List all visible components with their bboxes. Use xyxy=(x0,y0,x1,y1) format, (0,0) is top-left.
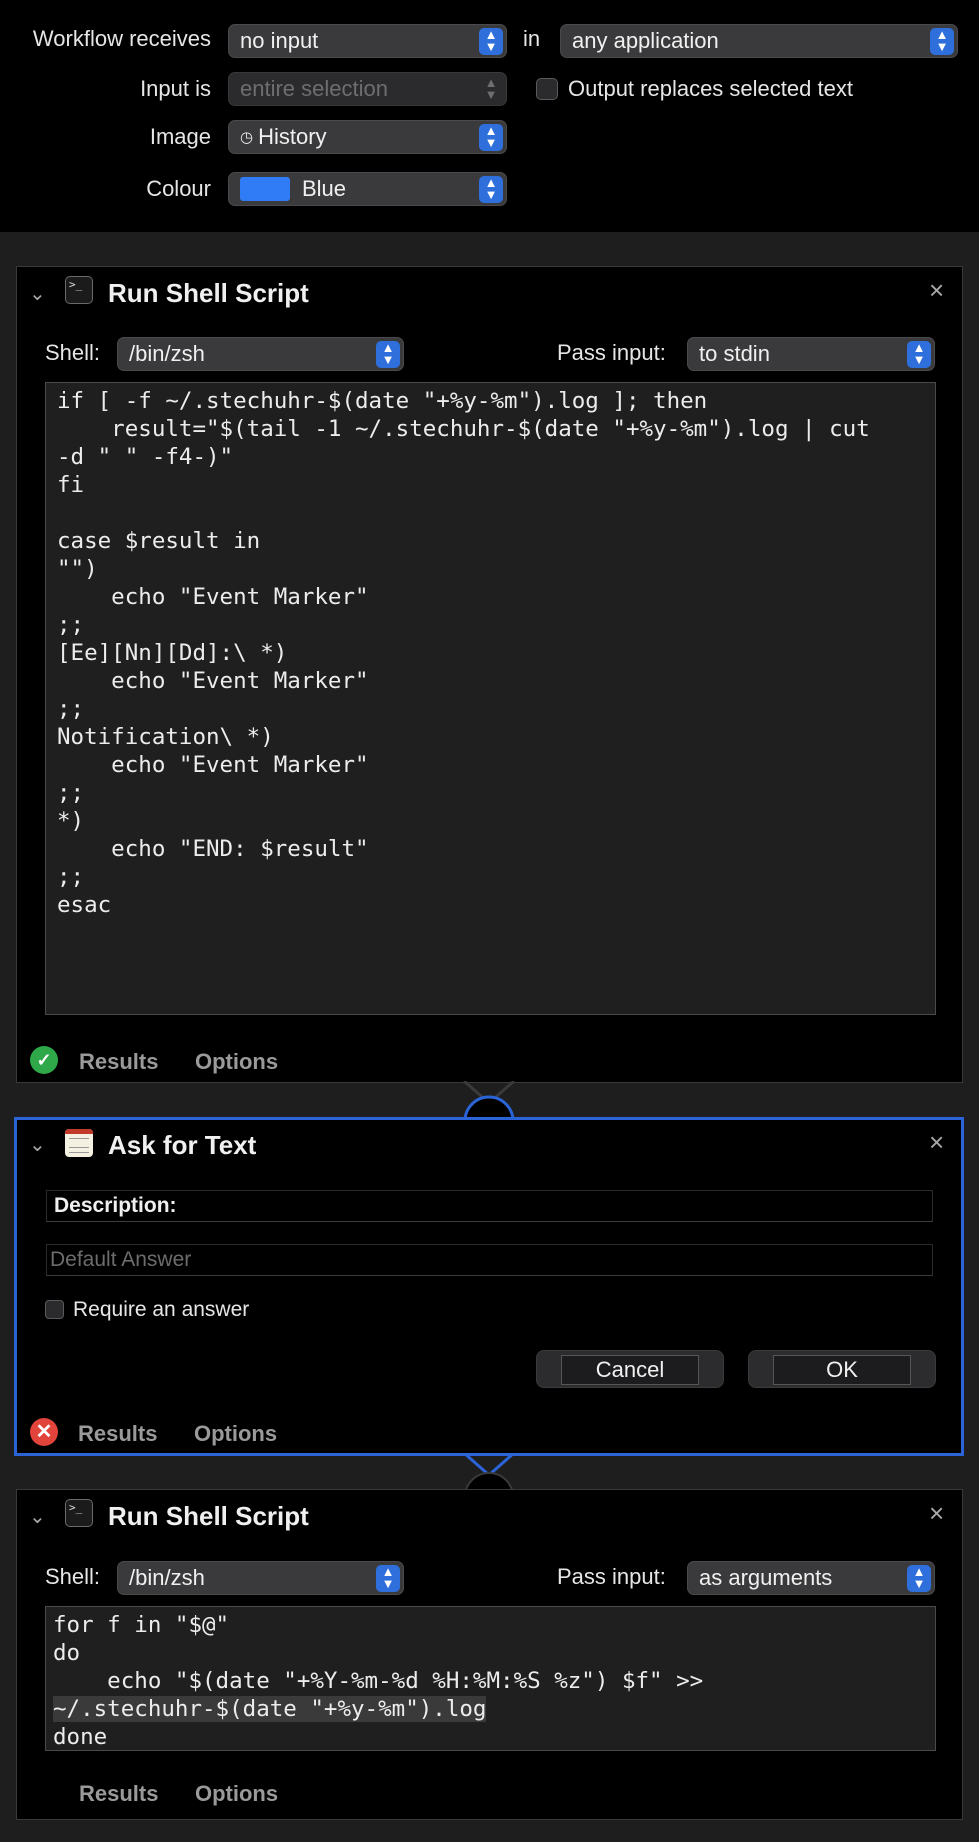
popup-arrows-icon: ▲ ▼ xyxy=(907,341,931,368)
close-icon[interactable]: × xyxy=(929,1498,944,1529)
error-x-icon: ✕ xyxy=(30,1418,58,1446)
shell-label: Shell: xyxy=(45,1564,101,1589)
pass-input-popup[interactable]: to stdin ▲ ▼ xyxy=(687,337,935,371)
code-line: done xyxy=(53,1724,108,1750)
workflow-settings-bar: Workflow receives no input ▲ ▼ in any app… xyxy=(0,0,979,232)
results-tab[interactable]: Results xyxy=(79,1049,158,1075)
terminal-icon: >_ xyxy=(65,1499,93,1527)
terminal-icon: >_ xyxy=(65,276,93,304)
chevron-down-icon[interactable]: ⌄ xyxy=(29,281,46,306)
ask-for-text-action: ⌄ Ask for Text × Description: Default An… xyxy=(14,1117,964,1456)
run-shell-script-action: ⌄ >_ Run Shell Script × Shell: /bin/zsh … xyxy=(16,1489,963,1820)
close-icon[interactable]: × xyxy=(929,275,944,306)
code-line: for f in "$@" xyxy=(53,1612,230,1638)
description-field[interactable]: Description: xyxy=(46,1190,933,1222)
popup-arrows-icon: ▲ ▼ xyxy=(376,1565,400,1592)
input-is-popup[interactable]: entire selection ▲ ▼ xyxy=(228,72,507,106)
pass-input-value: to stdin xyxy=(699,341,770,366)
script-editor[interactable]: for f in "$@" do echo "$(date "+%Y-%m-%d … xyxy=(45,1606,936,1751)
workflow-receives-label: Workflow receives xyxy=(32,26,211,51)
shell-label: Shell: xyxy=(45,340,101,365)
workflow-receives-value: no input xyxy=(240,28,319,53)
cancel-label: Cancel xyxy=(561,1355,699,1385)
popup-arrows-icon: ▲ ▼ xyxy=(479,28,503,55)
image-popup[interactable]: ◷ History ▲ ▼ xyxy=(228,120,507,154)
input-is-label: Input is xyxy=(140,76,211,101)
options-tab[interactable]: Options xyxy=(195,1781,278,1807)
pass-input-value: as arguments xyxy=(699,1565,833,1590)
colour-swatch xyxy=(240,176,290,201)
input-is-value: entire selection xyxy=(240,76,388,101)
success-checkmark-icon: ✓ xyxy=(30,1046,58,1074)
shell-value: /bin/zsh xyxy=(129,341,205,366)
code-line: do xyxy=(53,1640,81,1666)
workflow-receives-popup[interactable]: no input ▲ ▼ xyxy=(228,24,507,58)
chevron-down-icon[interactable]: ⌄ xyxy=(29,1132,46,1157)
action-title: Ask for Text xyxy=(108,1130,257,1160)
code-line-selected: ~/.stechuhr-$(date "+%y-%m").log xyxy=(53,1695,935,1723)
results-tab[interactable]: Results xyxy=(78,1421,157,1447)
popup-arrows-icon: ▲ ▼ xyxy=(479,124,503,151)
selected-text: ~/.stechuhr-$(date "+%y-%m").log xyxy=(53,1696,487,1722)
colour-value: Blue xyxy=(302,176,347,201)
cancel-button[interactable]: Cancel xyxy=(536,1350,724,1388)
script-editor[interactable]: if [ -f ~/.stechuhr-$(date "+%y-%m").log… xyxy=(45,382,936,1015)
shell-value: /bin/zsh xyxy=(129,1565,205,1590)
pass-input-label: Pass input: xyxy=(557,340,666,365)
options-tab[interactable]: Options xyxy=(195,1049,278,1075)
popup-arrows-icon: ▲ ▼ xyxy=(930,28,954,55)
popup-arrows-icon: ▲ ▼ xyxy=(376,341,400,368)
default-answer-field[interactable]: Default Answer xyxy=(46,1244,933,1276)
default-answer-placeholder: Default Answer xyxy=(50,1248,192,1271)
popup-arrows-icon: ▲ ▼ xyxy=(484,75,498,102)
popup-arrows-icon: ▲ ▼ xyxy=(479,176,503,203)
image-value: History xyxy=(258,124,327,149)
pass-input-popup[interactable]: as arguments ▲ ▼ xyxy=(687,1561,935,1595)
run-shell-script-action: ⌄ >_ Run Shell Script × Shell: /bin/zsh … xyxy=(16,266,963,1083)
colour-popup[interactable]: Blue ▲ ▼ xyxy=(228,172,507,206)
pass-input-label: Pass input: xyxy=(557,1564,666,1589)
ok-button[interactable]: OK xyxy=(748,1350,936,1388)
description-label: Description: xyxy=(54,1194,177,1217)
chevron-down-icon[interactable]: ⌄ xyxy=(29,1504,46,1529)
colour-label: Colour xyxy=(146,176,211,201)
results-tab[interactable]: Results xyxy=(79,1781,158,1807)
shell-popup[interactable]: /bin/zsh ▲ ▼ xyxy=(117,1561,404,1595)
shell-popup[interactable]: /bin/zsh ▲ ▼ xyxy=(117,337,404,371)
application-popup[interactable]: any application ▲ ▼ xyxy=(560,24,958,58)
require-answer-label: Require an answer xyxy=(73,1298,250,1321)
require-answer-checkbox[interactable] xyxy=(45,1300,64,1319)
clock-icon: ◷ xyxy=(240,129,254,146)
output-replaces-checkbox[interactable] xyxy=(536,78,558,100)
image-label: Image xyxy=(149,124,211,149)
options-tab[interactable]: Options xyxy=(194,1421,277,1447)
close-icon[interactable]: × xyxy=(929,1127,944,1158)
application-value: any application xyxy=(572,28,719,53)
in-label: in xyxy=(523,26,541,51)
ok-label: OK xyxy=(773,1355,911,1385)
popup-arrows-icon: ▲ ▼ xyxy=(907,1565,931,1592)
action-title: Run Shell Script xyxy=(108,278,309,308)
action-connector xyxy=(463,1081,515,1121)
action-title: Run Shell Script xyxy=(108,1501,309,1531)
code-line: echo "$(date "+%Y-%m-%d %H:%M:%S %z") $f… xyxy=(53,1668,704,1694)
notepad-icon xyxy=(65,1129,93,1157)
output-replaces-label: Output replaces selected text xyxy=(568,76,853,101)
